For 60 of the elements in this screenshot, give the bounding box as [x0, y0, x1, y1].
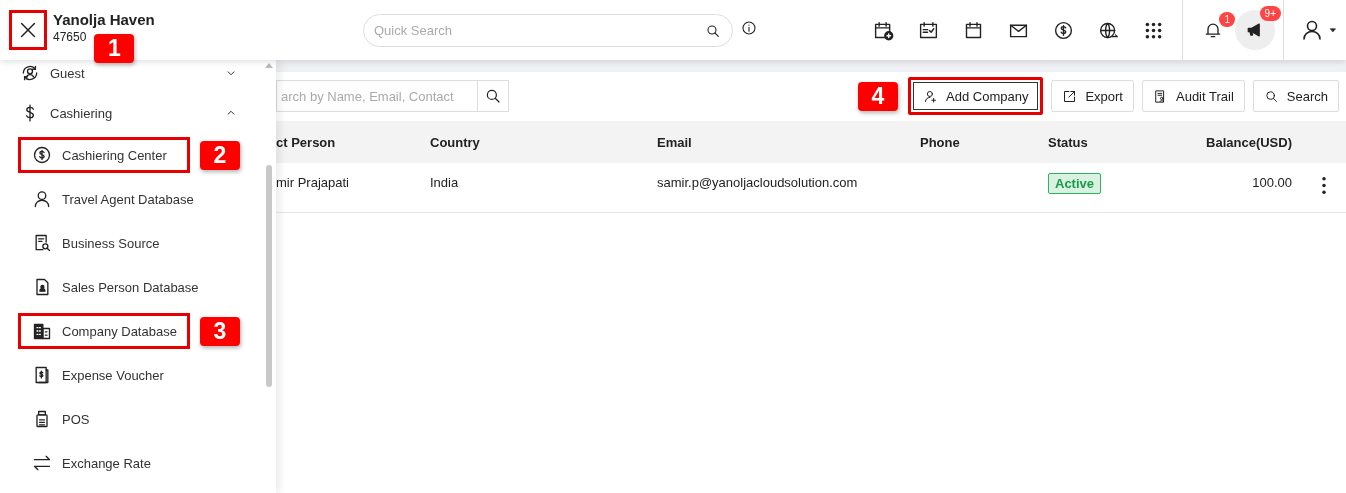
notification-count: 1 — [1219, 12, 1235, 27]
scrollbar-thumb[interactable] — [266, 165, 272, 387]
callout-badge: 1 — [94, 33, 135, 63]
announcement-count: 9+ — [1259, 6, 1281, 21]
search-icon — [1263, 88, 1279, 104]
export-icon — [1062, 88, 1078, 104]
calendar-icon — [963, 19, 984, 41]
search-icon — [484, 87, 502, 105]
sidebar-item[interactable]: Expense Voucher — [18, 357, 190, 393]
announcements-button[interactable] — [1235, 10, 1275, 50]
more-vertical-icon — [1322, 177, 1326, 194]
user-icon — [1300, 18, 1324, 42]
search-field[interactable]: arch by Name, Email, Contact — [276, 80, 477, 112]
table-cell-text: India — [430, 175, 460, 190]
property-name: Yanolja Haven — [53, 10, 155, 28]
column-header: ct Person — [276, 134, 337, 150]
search-icon — [705, 22, 721, 39]
table-cell-text: mir Prajapati — [276, 175, 350, 190]
sidebar-group[interactable]: Cashiering — [0, 93, 276, 133]
sidebar-item[interactable]: Company Database — [18, 313, 190, 349]
dollar-circle-icon — [1053, 19, 1074, 41]
calendar-add-icon — [873, 19, 894, 41]
toolbar-button[interactable]: Add Company — [908, 77, 1044, 115]
column-header: Email — [657, 134, 693, 150]
column-header: Balance(USD) — [1206, 134, 1292, 150]
person-add-icon — [923, 88, 938, 104]
calendar-check-icon — [918, 19, 939, 41]
table-cell-text: samir.p@yanoljacloudsolution.com — [657, 175, 859, 190]
status-badge: Active — [1048, 173, 1102, 194]
sidebar-item[interactable]: Travel Agent Database — [18, 181, 207, 217]
info-icon — [741, 20, 757, 36]
dollar-circle-icon — [32, 145, 52, 165]
toolbar-button[interactable]: Export — [1051, 80, 1134, 112]
building-icon — [32, 321, 52, 341]
close-button[interactable] — [9, 10, 47, 50]
person-icon — [32, 189, 52, 209]
property-id: 47650 — [53, 29, 87, 44]
calendar[interactable] — [963, 19, 984, 41]
sidebar-item[interactable]: POS — [18, 401, 190, 437]
table-cell: 100.00 — [1252, 175, 1292, 190]
sidebar-item[interactable]: Sales Person Database — [18, 269, 212, 305]
column-header: Status — [1048, 134, 1089, 150]
callout-badge: 4 — [858, 81, 898, 111]
calendar-check[interactable] — [918, 19, 939, 41]
column-header: Phone — [920, 134, 961, 150]
sidebar-item[interactable]: Exchange Rate — [18, 445, 190, 481]
sidebar-item[interactable]: Business Source — [18, 225, 190, 261]
callout-badge: 2 — [200, 140, 240, 170]
callout-badge: 3 — [200, 316, 240, 346]
toolbar-button[interactable]: Audit Trail — [1142, 80, 1245, 112]
quick-search-field[interactable]: Quick Search — [363, 13, 733, 47]
sidebar-item[interactable]: Cashiering Center — [18, 137, 190, 173]
search-button[interactable] — [477, 80, 509, 112]
caret-icon — [1328, 25, 1338, 35]
calendar-add[interactable] — [873, 19, 894, 41]
person-sync-icon — [20, 63, 40, 83]
column-header: Country — [430, 134, 481, 150]
toolbar-button[interactable]: Search — [1252, 80, 1339, 112]
exchange-icon — [32, 453, 52, 473]
sidebar-group[interactable]: Guest — [0, 60, 276, 93]
